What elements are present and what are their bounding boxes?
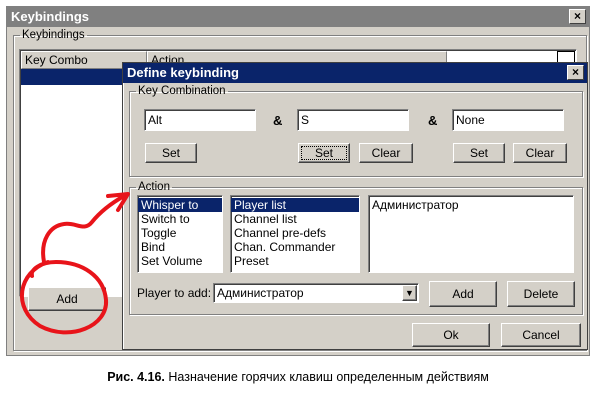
red-annotation-circle-arrow (19, 192, 130, 335)
figure-caption-text: Назначение горячих клавиш определенным д… (164, 370, 489, 384)
figure-caption: Рис. 4.16. Назначение горячих клавиш опр… (0, 370, 596, 384)
figure-number: Рис. 4.16. (107, 370, 165, 384)
